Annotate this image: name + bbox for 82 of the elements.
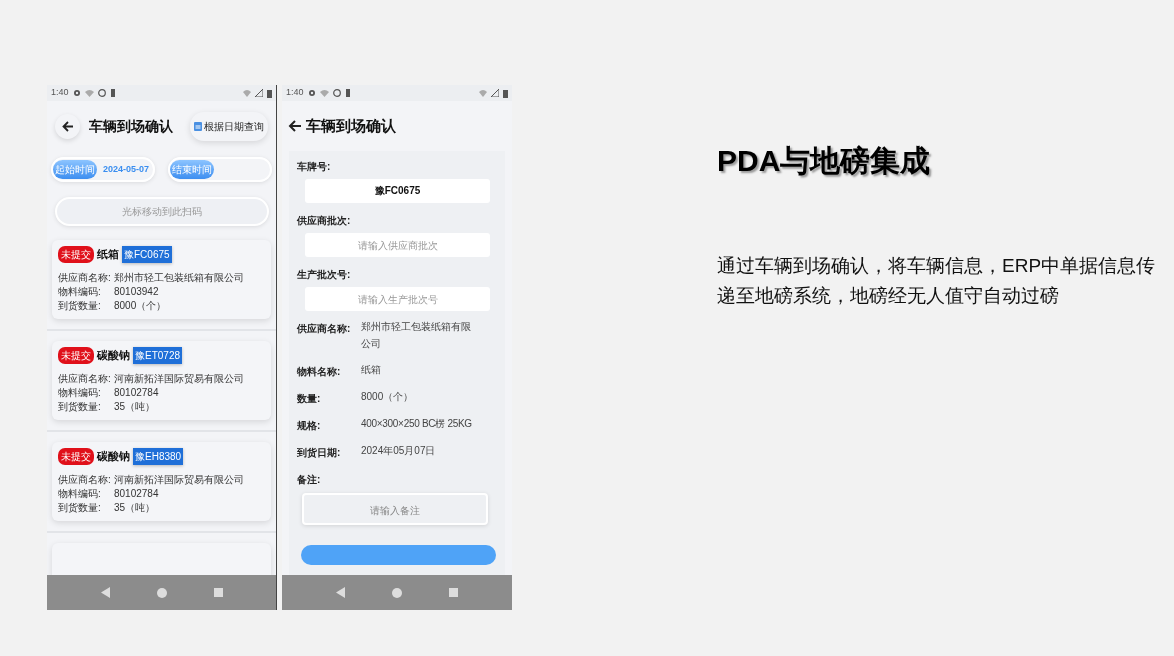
field-label: 到货数量:	[58, 501, 102, 515]
field-value: 纸箱	[361, 363, 382, 377]
field-label: 供应商批次:	[297, 214, 352, 228]
material-name: 纸箱	[97, 247, 119, 263]
sim-icon	[109, 89, 116, 97]
recents-icon	[449, 588, 459, 597]
field-label: 车牌号:	[297, 160, 332, 174]
back-arrow-icon	[61, 120, 74, 132]
input-field[interactable]: 豫FC0675	[305, 179, 490, 203]
material-name: 碳酸钠	[97, 348, 130, 364]
signal-icon	[255, 89, 263, 97]
record-card[interactable]: 未提交 纸箱 豫FC0675 供应商名称: 郑州市轻工包装纸箱有限公司 物料编码: 80103942 到货数量: 8000（个）	[52, 240, 271, 319]
status-tag: 未提交	[58, 448, 94, 465]
plate-tag: 豫EH8380	[133, 448, 184, 465]
input-field[interactable]: 请输入供应商批次	[305, 233, 490, 257]
wifi-icon	[84, 89, 94, 97]
field-label: 物料编码:	[58, 285, 102, 299]
back-icon	[335, 587, 345, 598]
material-name: 碳酸钠	[97, 449, 130, 465]
field-value: 郑州市轻工包装纸箱有限公司	[361, 320, 471, 351]
page-title: 车辆到场确认	[306, 115, 396, 136]
field-value: 郑州市轻工包装纸箱有限公司	[114, 271, 244, 285]
status-time: 1:40	[286, 86, 304, 100]
back-button[interactable]	[288, 120, 302, 132]
wifi-icon	[479, 89, 487, 97]
field-label: 生产批次号:	[297, 268, 352, 282]
status-time: 1:40	[51, 86, 69, 100]
field-value: 80102784	[114, 487, 159, 501]
field-label: 供应商名称:	[58, 271, 112, 285]
record-card[interactable]: 未提交 碳酸钠 豫EH8380 供应商名称: 河南新拓洋国际贸易有限公司 物料编码: 80102784 到货数量: 35（吨）	[52, 442, 271, 521]
battery-icon	[267, 88, 272, 98]
date-chip: 结束时间	[170, 160, 214, 179]
input-field[interactable]: 请输入生产批次号	[305, 287, 490, 311]
field-value: 河南新拓洋国际贸易有限公司	[114, 372, 244, 386]
battery-icon	[503, 88, 508, 98]
field-label: 规格:	[297, 419, 322, 433]
date-query-button[interactable]: 根据日期查询	[190, 111, 268, 141]
field-label: 到货日期:	[297, 446, 342, 460]
field-label: 供应商名称:	[297, 322, 352, 336]
field-label: 到货数量:	[58, 299, 102, 313]
back-arrow-icon	[288, 120, 302, 132]
signal-icon	[491, 89, 499, 97]
slide-text: 通过车辆到场确认，将车辆信息，ERP中单据信息传递至地磅系统，地磅经无人值守自动过磅	[717, 254, 1157, 308]
field-value: 8000（个）	[114, 299, 167, 313]
record-card[interactable]: 未提交 碳酸钠 豫ET0728 供应商名称: 河南新拓洋国际贸易有限公司 物料编码: 80102784 到货数量: 35（吨）	[52, 341, 271, 420]
field-label: 物料编码:	[58, 487, 102, 501]
field-label: 数量:	[297, 392, 322, 406]
field-label: 到货数量:	[58, 400, 102, 414]
wifi-icon	[243, 89, 251, 97]
field-value: 80103942	[114, 285, 159, 299]
status-tag: 未提交	[58, 347, 94, 364]
field-value: 35（吨）	[114, 501, 156, 515]
back-icon	[100, 587, 110, 598]
field-value: 河南新拓洋国际贸易有限公司	[114, 473, 244, 487]
field-value: 400×300×250 BC楞 25KG	[361, 417, 471, 431]
recents-icon	[213, 588, 223, 597]
circle-icon	[332, 89, 341, 97]
field-label: 物料名称:	[297, 365, 342, 379]
status-tag: 未提交	[58, 246, 94, 263]
slide-title: PDA与地磅集成	[717, 143, 932, 179]
date-value: 2024-05-07	[103, 162, 150, 176]
home-icon	[392, 587, 402, 598]
field-value: 35（吨）	[114, 400, 156, 414]
home-icon	[156, 587, 167, 598]
field-value: 2024年05月07日	[361, 444, 437, 458]
field-label: 供应商名称:	[58, 473, 112, 487]
remark-field[interactable]: 请输入备注	[302, 493, 488, 525]
sim-icon	[344, 89, 351, 97]
scan-field[interactable]: 光标移动到此扫码	[55, 197, 269, 226]
field-label: 供应商名称:	[58, 372, 112, 386]
wifi-icon	[319, 89, 329, 97]
back-button[interactable]	[55, 113, 80, 139]
plate-tag: 豫ET0728	[133, 347, 183, 364]
field-label: 物料编码:	[58, 386, 102, 400]
field-value: 8000（个）	[361, 390, 415, 404]
plate-tag: 豫FC0675	[122, 246, 172, 263]
field-value: 80102784	[114, 386, 159, 400]
date-chip: 起始时间	[53, 160, 97, 179]
page-title: 车辆到场确认	[89, 116, 173, 136]
field-label: 备注:	[297, 473, 322, 487]
calendar-icon	[194, 121, 202, 131]
circle-icon	[97, 89, 106, 97]
